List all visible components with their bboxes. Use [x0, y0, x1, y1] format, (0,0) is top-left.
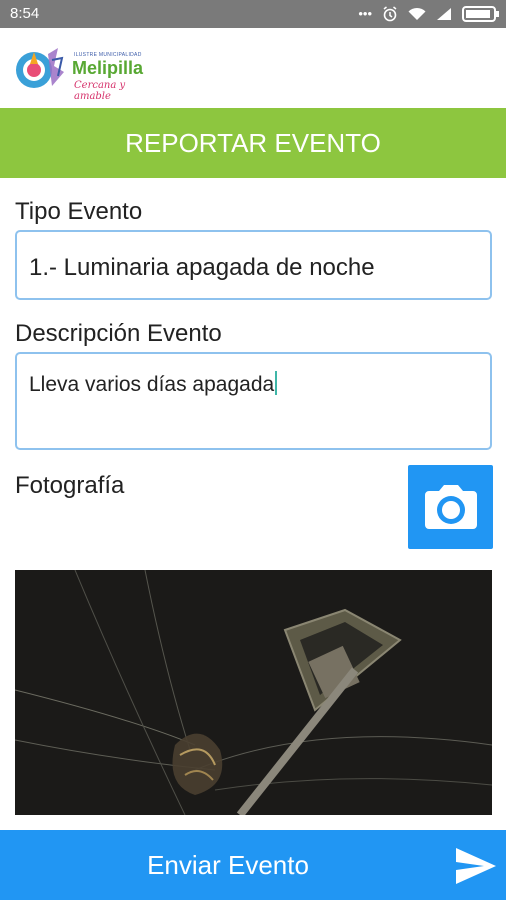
more-dots-icon: ••• — [358, 6, 372, 21]
descripcion-evento-label: Descripción Evento — [15, 320, 222, 347]
text-cursor — [275, 371, 278, 395]
send-event-button[interactable]: Enviar Evento — [0, 830, 506, 900]
battery-fill — [466, 10, 490, 18]
status-time: 8:54 — [10, 5, 40, 22]
wifi-icon — [408, 7, 426, 20]
camera-icon — [424, 485, 477, 529]
municipality-logo: ILUSTRE MUNICIPALIDAD Melipilla Cercana … — [14, 42, 154, 102]
page-title-bar: REPORTAR EVENTO — [0, 108, 506, 178]
logo-tagline: Cercana y amable — [74, 80, 126, 102]
send-icon[interactable] — [454, 844, 498, 888]
logo-emblem-icon — [16, 48, 64, 88]
tipo-evento-value: 1.- Luminaria apagada de noche — [29, 254, 375, 281]
logo-bar: ILUSTRE MUNICIPALIDAD Melipilla Cercana … — [0, 28, 506, 108]
alarm-icon — [383, 6, 397, 22]
tipo-evento-label: Tipo Evento — [15, 198, 143, 225]
logo-name: Melipilla — [72, 58, 144, 78]
signal-icon — [437, 8, 451, 20]
descripcion-evento-input[interactable]: Lleva varios días apagada — [15, 352, 492, 450]
descripcion-evento-value: Lleva varios días apagada — [29, 373, 275, 396]
status-icons: ••• — [358, 5, 499, 23]
battery-icon — [462, 6, 499, 22]
tipo-evento-select[interactable]: 1.- Luminaria apagada de noche — [15, 230, 492, 300]
photo-preview — [15, 570, 492, 815]
camera-button[interactable] — [408, 465, 493, 549]
page-title: REPORTAR EVENTO — [125, 127, 381, 158]
fotografia-label: Fotografía — [15, 472, 125, 499]
status-bar: 8:54 ••• — [0, 0, 506, 28]
street-lamp-photo — [15, 570, 492, 815]
send-event-label: Enviar Evento — [147, 849, 309, 880]
